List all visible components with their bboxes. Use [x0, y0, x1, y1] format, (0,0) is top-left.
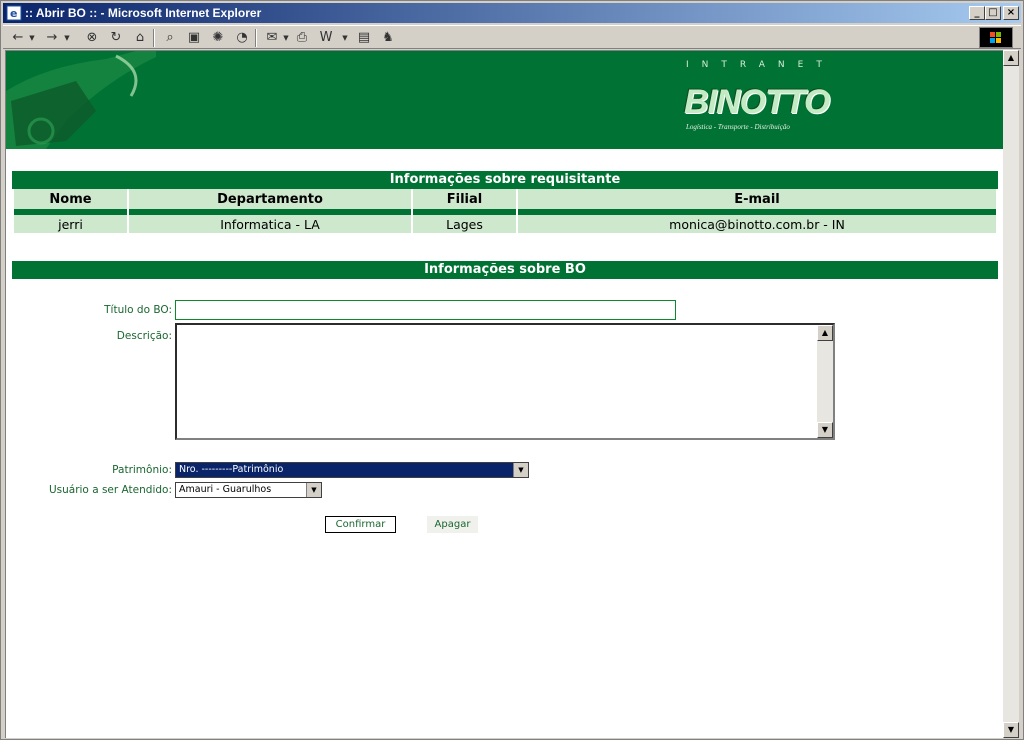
title-bar: e :: Abrir BO :: - Microsoft Internet Ex…	[3, 3, 1021, 23]
forward-icon[interactable]: →	[43, 29, 61, 47]
column-header-email: E-mail	[518, 189, 996, 209]
maximize-button[interactable]: □	[985, 6, 1001, 20]
history-icon[interactable]: ◔	[233, 29, 251, 47]
back-icon[interactable]: ←	[9, 29, 27, 47]
close-button[interactable]: ×	[1003, 6, 1019, 20]
toolbar: ← ▼ → ▼ ⊗ ↻ ⌂ ⌕ ▣ ✺ ◔ ✉ ▼ ⎙ W ▼ ▤ ♞	[3, 25, 1021, 49]
discuss-icon[interactable]: ▤	[355, 29, 373, 47]
scroll-up-icon[interactable]: ▲	[817, 325, 833, 341]
edit-dropdown-icon[interactable]: ▼	[341, 29, 349, 47]
chevron-down-icon[interactable]: ▼	[306, 483, 321, 497]
usuario-select[interactable]: Amauri - Guarulhos ▼	[175, 482, 322, 498]
separator	[153, 29, 155, 47]
favorites-icon[interactable]: ▣	[185, 29, 203, 47]
textarea-scrollbar[interactable]: ▲ ▼	[817, 325, 833, 438]
cell-filial: Lages	[413, 215, 516, 233]
cell-departamento: Informatica - LA	[129, 215, 411, 233]
bo-heading: Informações sobre BO	[12, 261, 998, 279]
print-icon[interactable]: ⎙	[293, 29, 311, 47]
titulo-label: Título do BO:	[104, 304, 172, 316]
titulo-input[interactable]	[175, 300, 676, 320]
separator	[255, 29, 257, 47]
table-row: jerri Informatica - LA Lages monica@bino…	[14, 215, 996, 233]
usuario-label: Usuário a ser Atendido:	[48, 484, 172, 496]
table-header-row: Nome Departamento Filial E-mail	[14, 189, 996, 209]
minimize-button[interactable]: _	[969, 6, 985, 20]
messenger-icon[interactable]: ♞	[379, 29, 397, 47]
descricao-textarea[interactable]: ▲ ▼	[175, 323, 835, 440]
scroll-down-icon[interactable]: ▼	[817, 422, 833, 438]
banner: INTRANET BINOTTO Logística - Transporte …	[6, 51, 1003, 149]
patrimonio-selected: Nro. ---------Patrimônio	[179, 464, 284, 475]
cell-nome: jerri	[14, 215, 127, 233]
column-header-filial: Filial	[413, 189, 516, 209]
brand-tagline: Logística - Transporte - Distribuição	[686, 123, 790, 131]
requisitante-heading: Informações sobre requisitante	[12, 171, 998, 189]
page-scrollbar[interactable]: ▲ ▼	[1003, 50, 1019, 738]
search-icon[interactable]: ⌕	[161, 29, 179, 47]
windows-logo-icon	[979, 27, 1013, 48]
home-icon[interactable]: ⌂	[131, 29, 149, 47]
patrimonio-select[interactable]: Nro. ---------Patrimônio ▼	[175, 462, 529, 478]
svg-text:e: e	[10, 7, 17, 20]
apagar-button[interactable]: Apagar	[427, 516, 478, 533]
scroll-up-icon[interactable]: ▲	[1003, 50, 1019, 66]
forward-dropdown-icon[interactable]: ▼	[63, 29, 71, 47]
mail-dropdown-icon[interactable]: ▼	[282, 29, 290, 47]
confirmar-button[interactable]: Confirmar	[325, 516, 396, 533]
truck-graphic-icon	[6, 51, 156, 149]
ie-icon: e	[6, 5, 22, 21]
requisitante-table: Nome Departamento Filial E-mail jerri In…	[12, 189, 998, 233]
binotto-logo: BINOTTO Logística - Transporte - Distrib…	[684, 83, 830, 143]
brand-name: BINOTTO	[684, 83, 830, 121]
browser-window: e :: Abrir BO :: - Microsoft Internet Ex…	[0, 0, 1024, 740]
patrimonio-label: Patrimônio:	[112, 464, 172, 476]
media-icon[interactable]: ✺	[209, 29, 227, 47]
back-dropdown-icon[interactable]: ▼	[28, 29, 36, 47]
page-content: INTRANET BINOTTO Logística - Transporte …	[5, 50, 1003, 738]
descricao-label: Descrição:	[116, 330, 172, 342]
stop-icon[interactable]: ⊗	[83, 29, 101, 47]
window-title: :: Abrir BO :: - Microsoft Internet Expl…	[25, 6, 262, 20]
mail-icon[interactable]: ✉	[263, 29, 281, 47]
column-header-nome: Nome	[14, 189, 127, 209]
usuario-selected: Amauri - Guarulhos	[179, 484, 272, 495]
column-header-departamento: Departamento	[129, 189, 411, 209]
scroll-down-icon[interactable]: ▼	[1003, 722, 1019, 738]
cell-email: monica@binotto.com.br - IN	[518, 215, 996, 233]
chevron-down-icon[interactable]: ▼	[513, 463, 528, 477]
refresh-icon[interactable]: ↻	[107, 29, 125, 47]
edit-icon[interactable]: W	[317, 29, 335, 47]
intranet-label: INTRANET	[686, 60, 835, 70]
